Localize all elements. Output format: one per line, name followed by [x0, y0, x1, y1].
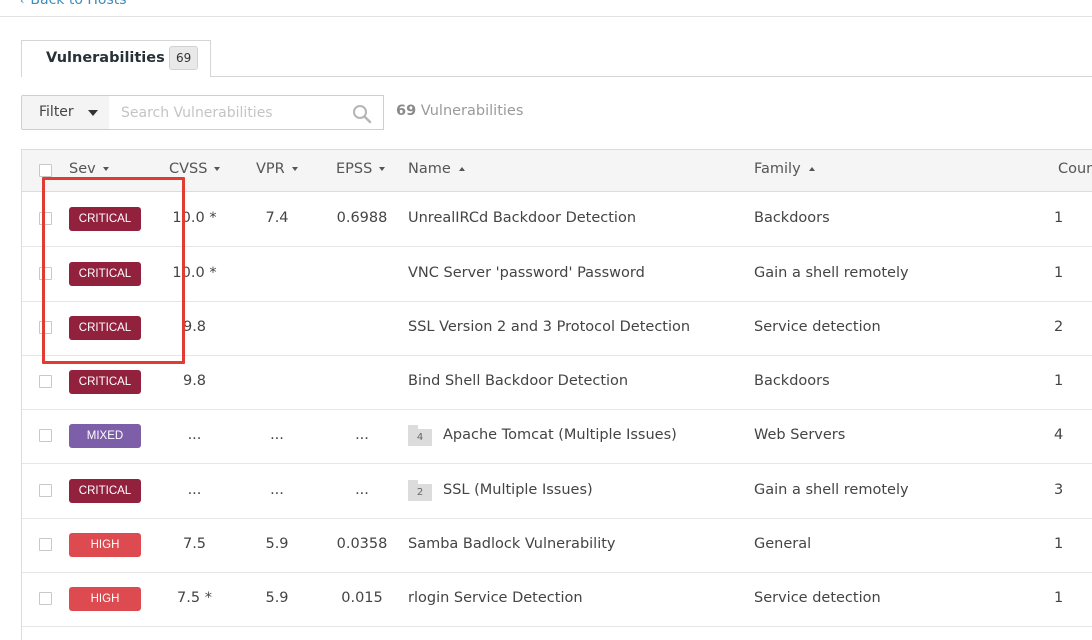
sort-down-icon: [102, 167, 109, 171]
cvss-score: ...: [187, 427, 202, 443]
vulnerability-count: 4: [1054, 427, 1064, 443]
cvss-score: ...: [187, 482, 202, 498]
vulnerability-name[interactable]: rlogin Service Detection: [408, 590, 583, 606]
vulnerability-family: Service detection: [754, 319, 881, 335]
group-count: 4: [408, 429, 432, 446]
highlight-annotation-box: [42, 177, 185, 364]
epss-score: 0.015: [341, 590, 383, 606]
filter-label: Filter: [39, 104, 74, 120]
column-count[interactable]: Count: [1058, 161, 1092, 177]
select-all-checkbox[interactable]: [39, 164, 52, 177]
vulnerability-name[interactable]: SSL Version 2 and 3 Protocol Detection: [408, 319, 690, 335]
sort-down-icon: [379, 167, 386, 171]
vulnerability-name[interactable]: UnrealIRCd Backdoor Detection: [408, 210, 636, 226]
vulnerability-total-count: 69: [396, 103, 417, 119]
back-link-label: Back to Hosts: [30, 0, 127, 8]
vulnerability-family: Backdoors: [754, 210, 830, 226]
vulnerability-count: 3: [1054, 482, 1064, 498]
cvss-score: 7.5 *: [177, 590, 212, 606]
folder-icon: 2: [408, 480, 432, 501]
vulnerability-family: Gain a shell remotely: [754, 482, 909, 498]
column-family[interactable]: Family: [754, 161, 815, 177]
vulnerability-family: Service detection: [754, 590, 881, 606]
table-row[interactable]: CRITICAL ... ... ... 2 SSL (Multiple Iss…: [22, 464, 1092, 519]
column-sev[interactable]: Sev: [69, 161, 109, 177]
vpr-score: 5.9: [265, 590, 289, 606]
vpr-score: 5.9: [265, 536, 289, 552]
filter-button[interactable]: Filter: [21, 95, 110, 130]
row-checkbox[interactable]: [39, 538, 52, 551]
tab-count-badge: 69: [169, 46, 199, 70]
row-checkbox[interactable]: [39, 429, 52, 442]
vulnerability-count: 1: [1054, 590, 1064, 606]
table-row[interactable]: HIGH 7.5 * 5.9 0.015 rlogin Service Dete…: [22, 572, 1092, 627]
column-epss[interactable]: EPSS: [336, 161, 386, 177]
sort-up-icon: [458, 167, 465, 171]
severity-badge: HIGH: [69, 533, 141, 557]
chevron-left-icon: ‹: [20, 0, 25, 7]
epss-score: ...: [355, 482, 369, 498]
vulnerability-total-suffix: Vulnerabilities: [420, 103, 524, 119]
vulnerability-count: 1: [1054, 265, 1064, 281]
vulnerability-family: Gain a shell remotely: [754, 265, 909, 281]
column-vpr-label: VPR: [256, 161, 285, 177]
vulnerability-count: 1: [1054, 373, 1064, 389]
sort-down-icon: [291, 167, 298, 171]
severity-badge: HIGH: [69, 587, 141, 611]
column-epss-label: EPSS: [336, 161, 373, 177]
row-checkbox[interactable]: [39, 592, 52, 605]
epss-score: 0.6988: [336, 210, 388, 226]
severity-badge: CRITICAL: [69, 479, 141, 503]
vpr-score: ...: [270, 427, 284, 443]
severity-badge: CRITICAL: [69, 370, 141, 394]
row-checkbox[interactable]: [39, 375, 52, 388]
cvss-score: 7.5: [182, 536, 207, 552]
column-name-label: Name: [408, 161, 451, 177]
epss-score: 0.0358: [336, 536, 388, 552]
sort-up-icon: [808, 167, 815, 171]
epss-score: ...: [355, 427, 369, 443]
vulnerability-count: 1: [1054, 210, 1064, 226]
severity-badge: MIXED: [69, 424, 141, 448]
vpr-score: 7.4: [265, 210, 289, 226]
vulnerability-count: 1: [1054, 536, 1064, 552]
search-icon[interactable]: [352, 104, 372, 124]
caret-down-icon: [88, 110, 98, 116]
row-checkbox[interactable]: [39, 484, 52, 497]
header-divider: [0, 16, 1092, 17]
vpr-score: ...: [270, 482, 284, 498]
vulnerability-family: Web Servers: [754, 427, 846, 443]
column-vpr[interactable]: VPR: [256, 161, 298, 177]
group-count: 2: [408, 484, 432, 501]
column-name[interactable]: Name: [408, 161, 465, 177]
column-cvss-label: CVSS: [169, 161, 208, 177]
column-sev-label: Sev: [69, 161, 96, 177]
column-count-label: Count: [1058, 161, 1092, 177]
vulnerability-name[interactable]: Apache Tomcat (Multiple Issues): [443, 427, 677, 443]
column-cvss[interactable]: CVSS: [169, 161, 221, 177]
vulnerability-name[interactable]: Bind Shell Backdoor Detection: [408, 373, 628, 389]
tab-label: Vulnerabilities: [46, 50, 165, 66]
column-family-label: Family: [754, 161, 801, 177]
tab-vulnerabilities[interactable]: Vulnerabilities 69: [21, 40, 211, 77]
sort-down-icon: [214, 167, 221, 171]
vulnerability-name[interactable]: Samba Badlock Vulnerability: [408, 536, 616, 552]
table-row[interactable]: MIXED ... ... ... 4 Apache Tomcat (Multi…: [22, 409, 1092, 464]
vulnerability-family: General: [754, 536, 812, 552]
vulnerability-name[interactable]: SSL (Multiple Issues): [443, 482, 593, 498]
folder-icon: 4: [408, 425, 432, 446]
cvss-score: 9.8: [182, 373, 207, 389]
search-box: [109, 95, 384, 130]
vulnerability-family: Backdoors: [754, 373, 830, 389]
vulnerability-count: 2: [1054, 319, 1064, 335]
back-to-hosts-link[interactable]: ‹ Back to Hosts: [20, 0, 127, 8]
table-row[interactable]: HIGH 7.5 5.9 0.0358 Samba Badlock Vulner…: [22, 518, 1092, 573]
vulnerability-name[interactable]: VNC Server 'password' Password: [408, 265, 645, 281]
vulnerability-total: 69 Vulnerabilities: [396, 103, 523, 119]
search-input[interactable]: [110, 97, 342, 128]
